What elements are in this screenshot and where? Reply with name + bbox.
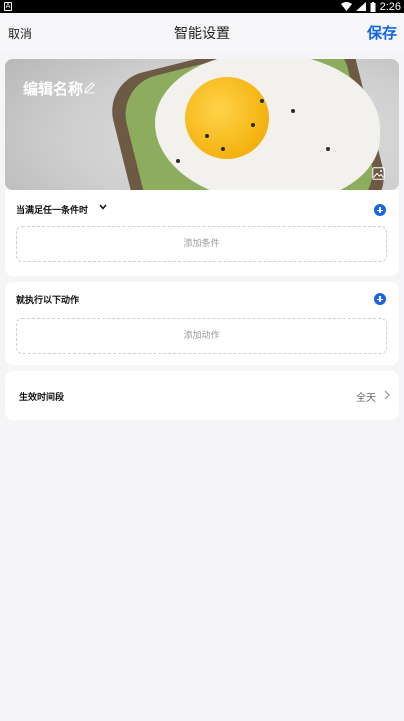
add-action-icon[interactable] bbox=[374, 293, 386, 305]
pepper-fleck bbox=[291, 109, 295, 113]
pepper-fleck bbox=[205, 134, 209, 138]
chevron-down-icon[interactable] bbox=[99, 204, 107, 210]
pepper-fleck bbox=[251, 123, 255, 127]
edit-pencil-icon[interactable] bbox=[83, 81, 96, 94]
condition-card: 当满足任一条件时 添加条件 bbox=[5, 190, 399, 276]
effective-period-row[interactable]: 生效时间段 全天 bbox=[5, 371, 399, 420]
battery-icon bbox=[370, 1, 376, 12]
effective-period-label: 生效时间段 bbox=[19, 393, 65, 403]
pepper-fleck bbox=[176, 159, 180, 163]
pepper-fleck bbox=[260, 99, 264, 103]
effective-period-value: 全天 bbox=[356, 393, 376, 404]
wifi-icon bbox=[340, 2, 352, 11]
add-condition-icon[interactable] bbox=[374, 204, 386, 216]
pepper-fleck bbox=[221, 147, 225, 151]
action-title: 就执行以下动作 bbox=[16, 296, 80, 306]
page-title: 智能设置 bbox=[174, 26, 230, 42]
nav-bar: 取消 智能设置 保存 bbox=[0, 13, 404, 53]
save-button[interactable]: 保存 bbox=[367, 22, 397, 43]
change-image-icon[interactable] bbox=[372, 167, 385, 180]
add-condition-button[interactable]: 添加条件 bbox=[16, 226, 387, 262]
egg-yolk-shape bbox=[185, 77, 269, 159]
scene-name[interactable]: 编辑名称 bbox=[23, 78, 83, 99]
clock: 2:26 bbox=[379, 0, 401, 13]
cover-image[interactable]: 编辑名称 bbox=[5, 59, 399, 190]
chevron-right-icon bbox=[384, 390, 390, 400]
pepper-fleck bbox=[326, 147, 330, 151]
status-icons: 2:26 bbox=[340, 0, 401, 13]
condition-title[interactable]: 当满足任一条件时 bbox=[16, 203, 88, 216]
status-bar: A 2:26 bbox=[0, 0, 404, 13]
action-card: 就执行以下动作 添加动作 bbox=[5, 282, 399, 365]
notification-icon: A bbox=[4, 2, 12, 11]
add-action-button[interactable]: 添加动作 bbox=[16, 318, 387, 354]
signal-icon bbox=[355, 2, 366, 11]
